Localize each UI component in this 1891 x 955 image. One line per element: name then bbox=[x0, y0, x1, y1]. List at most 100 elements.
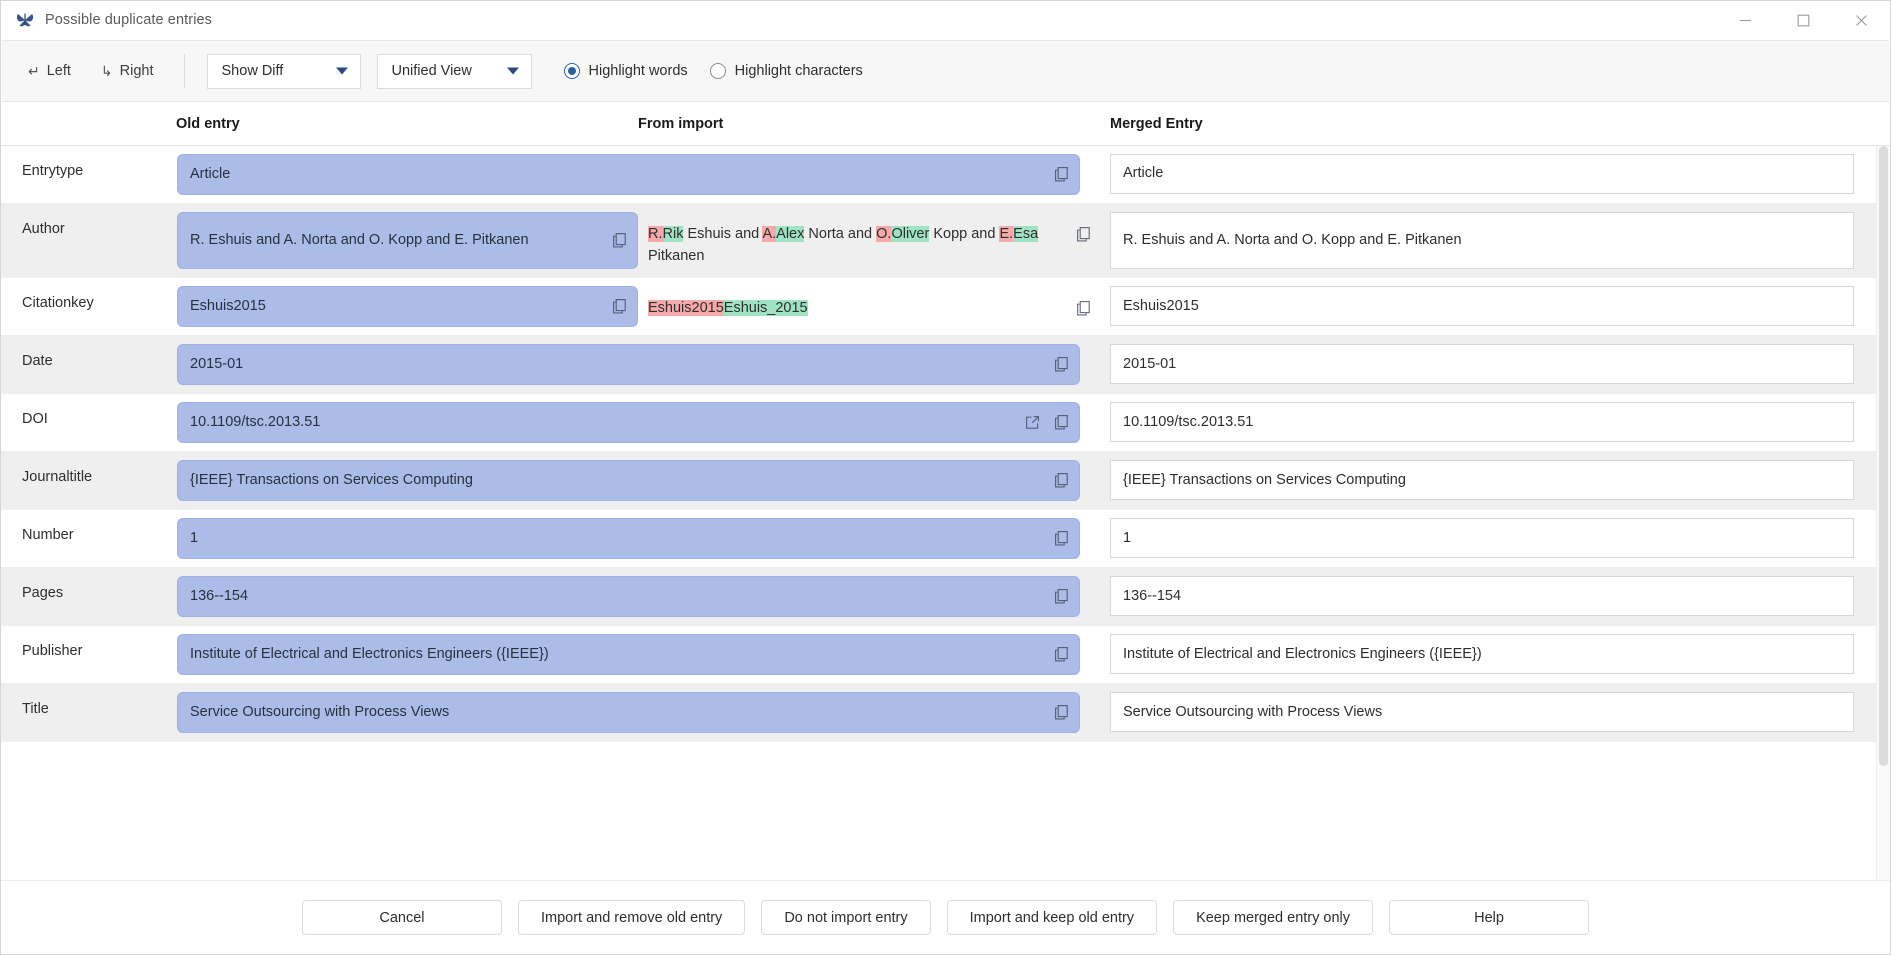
merged-entry-field[interactable]: 10.1109/tsc.2013.51 bbox=[1110, 402, 1854, 443]
copy-to-merged-icon[interactable] bbox=[1051, 165, 1071, 185]
copy-to-merged-icon[interactable] bbox=[609, 297, 629, 317]
close-button[interactable] bbox=[1832, 1, 1890, 40]
old-entry-value: Article bbox=[190, 165, 231, 182]
cell-old-entry: R. Eshuis and A. Norta and O. Kopp and E… bbox=[176, 204, 638, 277]
field-action-icons bbox=[1051, 165, 1071, 185]
cell-old-entry: 1 bbox=[176, 510, 1103, 567]
minimize-button[interactable] bbox=[1716, 1, 1774, 40]
help-button[interactable]: Help bbox=[1389, 900, 1590, 935]
radio-indicator-characters bbox=[709, 63, 726, 79]
cell-old-entry: Article bbox=[176, 146, 1103, 203]
merged-entry-field[interactable]: Eshuis2015 bbox=[1110, 286, 1854, 327]
copy-to-merged-icon[interactable] bbox=[1051, 471, 1071, 491]
radio-highlight-characters[interactable]: Highlight characters bbox=[709, 63, 863, 79]
old-entry-field[interactable]: Institute of Electrical and Electronics … bbox=[177, 634, 1080, 676]
old-entry-value: 10.1109/tsc.2013.51 bbox=[190, 414, 321, 431]
old-entry-field[interactable]: 2015-01 bbox=[177, 344, 1080, 386]
move-left-button[interactable]: ↵ Left bbox=[20, 57, 79, 86]
copy-to-merged-icon[interactable] bbox=[1051, 587, 1071, 607]
field-action-icons bbox=[1051, 645, 1071, 665]
diff-deleted-text: A. bbox=[762, 226, 777, 242]
field-label: Publisher bbox=[22, 643, 83, 660]
table-row: Publisher Institute of Electrical and Ele… bbox=[1, 626, 1876, 685]
old-entry-value: R. Eshuis and A. Norta and O. Kopp and E… bbox=[190, 231, 529, 248]
maximize-button[interactable] bbox=[1774, 1, 1832, 40]
toolbar-divider bbox=[183, 54, 185, 88]
old-entry-value: 2015-01 bbox=[190, 356, 244, 373]
copy-from-import-icon[interactable] bbox=[1073, 298, 1093, 318]
table-row: Title Service Outsourcing with Process Vi… bbox=[1, 684, 1876, 743]
table-row: Journaltitle {IEEE} Transactions on Servi… bbox=[1, 452, 1876, 511]
merged-entry-field[interactable]: 1 bbox=[1110, 518, 1854, 559]
cell-merged-entry: Service Outsourcing with Process Views bbox=[1103, 684, 1876, 741]
old-entry-value: Institute of Electrical and Electronics … bbox=[190, 646, 549, 663]
old-entry-value: 1 bbox=[190, 530, 199, 547]
copy-to-merged-icon[interactable] bbox=[1051, 529, 1071, 549]
table-row: Number 1 1 bbox=[1, 510, 1876, 569]
view-mode-select[interactable]: Unified View bbox=[376, 53, 532, 89]
merged-entry-field[interactable]: Service Outsourcing with Process Views bbox=[1110, 692, 1854, 733]
duplicate-entries-dialog: Possible duplicate entries ↵ Left ↳ Righ… bbox=[0, 0, 1891, 955]
field-label: Entrytype bbox=[22, 163, 84, 179]
old-entry-field[interactable]: 10.1109/tsc.2013.51 bbox=[177, 402, 1080, 444]
diff-inserted-text: Eshuis_2015 bbox=[723, 300, 808, 317]
old-entry-value: Service Outsourcing with Process Views bbox=[190, 704, 450, 721]
header-old-entry: Old entry bbox=[176, 115, 240, 132]
copy-to-merged-icon[interactable] bbox=[1051, 355, 1071, 375]
table-row: DOI 10.1109/tsc.2013.51 10.1109/tsc.2013.5… bbox=[1, 394, 1876, 453]
merged-entry-field[interactable]: 2015-01 bbox=[1110, 344, 1854, 385]
field-label: Author bbox=[22, 221, 65, 237]
merged-entry-field[interactable]: {IEEE} Transactions on Services Computin… bbox=[1110, 460, 1854, 501]
copy-to-merged-icon[interactable] bbox=[609, 231, 629, 251]
merged-entry-field[interactable]: Institute of Electrical and Electronics … bbox=[1110, 634, 1854, 675]
copy-to-merged-icon[interactable] bbox=[1051, 703, 1071, 723]
merged-entry-value: R. Eshuis and A. Norta and O. Kopp and E… bbox=[1123, 231, 1462, 248]
old-entry-field[interactable]: 136--154 bbox=[177, 576, 1080, 618]
radio-highlight-words[interactable]: Highlight words bbox=[563, 63, 688, 79]
diff-inserted-text: Alex bbox=[776, 226, 805, 242]
diff-mode-select[interactable]: Show Diff bbox=[206, 53, 361, 89]
diff-mode-value: Show Diff bbox=[221, 63, 284, 79]
import-diff-text: R.Rik Eshuis and A.Alex Norta and O.Oliv… bbox=[638, 212, 1103, 277]
vertical-scrollbar[interactable] bbox=[1876, 146, 1890, 880]
external-link-icon[interactable] bbox=[1022, 413, 1042, 433]
do-not-import-entry-button[interactable]: Do not import entry bbox=[761, 900, 931, 935]
cell-merged-entry: Article bbox=[1103, 146, 1876, 203]
move-right-button[interactable]: ↳ Right bbox=[93, 57, 162, 86]
old-entry-value: Eshuis2015 bbox=[190, 298, 266, 315]
keep-merged-entry-only-button[interactable]: Keep merged entry only bbox=[1173, 900, 1374, 935]
field-action-icons bbox=[1051, 471, 1071, 491]
header-from-import: From import bbox=[638, 115, 724, 132]
toolbar: ↵ Left ↳ Right Show Diff Unified View Hi… bbox=[2, 40, 1889, 102]
scrollbar-thumb[interactable] bbox=[1879, 146, 1888, 766]
old-entry-field[interactable]: Article bbox=[177, 154, 1080, 195]
diff-inserted-text: Oliver bbox=[891, 226, 930, 242]
old-entry-field[interactable]: R. Eshuis and A. Norta and O. Kopp and E… bbox=[177, 212, 638, 269]
field-label: Pages bbox=[22, 585, 64, 602]
diff-inserted-text: Rik bbox=[662, 226, 684, 242]
import-and-keep-old-entry-button[interactable]: Import and keep old entry bbox=[946, 900, 1158, 935]
merged-entry-field[interactable]: R. Eshuis and A. Norta and O. Kopp and E… bbox=[1110, 212, 1854, 269]
field-label: Date bbox=[22, 353, 53, 370]
old-entry-field[interactable]: Eshuis2015 bbox=[177, 286, 638, 328]
merged-entry-field[interactable]: Article bbox=[1110, 154, 1854, 194]
cell-old-entry: 10.1109/tsc.2013.51 bbox=[176, 394, 1103, 451]
old-entry-field[interactable]: 1 bbox=[177, 518, 1080, 560]
copy-to-merged-icon[interactable] bbox=[1051, 645, 1071, 665]
highlight-mode-group: Highlight words Highlight characters bbox=[563, 63, 863, 79]
import-and-remove-old-entry-button[interactable]: Import and remove old entry bbox=[517, 900, 746, 935]
cell-merged-entry: Eshuis2015 bbox=[1103, 278, 1876, 335]
old-entry-field[interactable]: {IEEE} Transactions on Services Computin… bbox=[177, 460, 1080, 502]
merged-entry-field[interactable]: 136--154 bbox=[1110, 576, 1854, 617]
copy-to-merged-icon[interactable] bbox=[1051, 413, 1071, 433]
old-entry-value: {IEEE} Transactions on Services Computin… bbox=[190, 472, 473, 489]
cell-merged-entry: R. Eshuis and A. Norta and O. Kopp and E… bbox=[1103, 204, 1876, 277]
merged-entry-value: 136--154 bbox=[1123, 587, 1182, 604]
diff-inserted-text: Esa bbox=[1013, 226, 1039, 242]
copy-from-import-icon[interactable] bbox=[1073, 224, 1093, 244]
radio-words-label: Highlight words bbox=[588, 63, 688, 79]
cancel-button[interactable]: Cancel bbox=[301, 900, 502, 935]
old-entry-field[interactable]: Service Outsourcing with Process Views bbox=[177, 692, 1080, 734]
diff-deleted-text: O. bbox=[876, 226, 892, 242]
import-copy-wrapper bbox=[1073, 298, 1093, 318]
